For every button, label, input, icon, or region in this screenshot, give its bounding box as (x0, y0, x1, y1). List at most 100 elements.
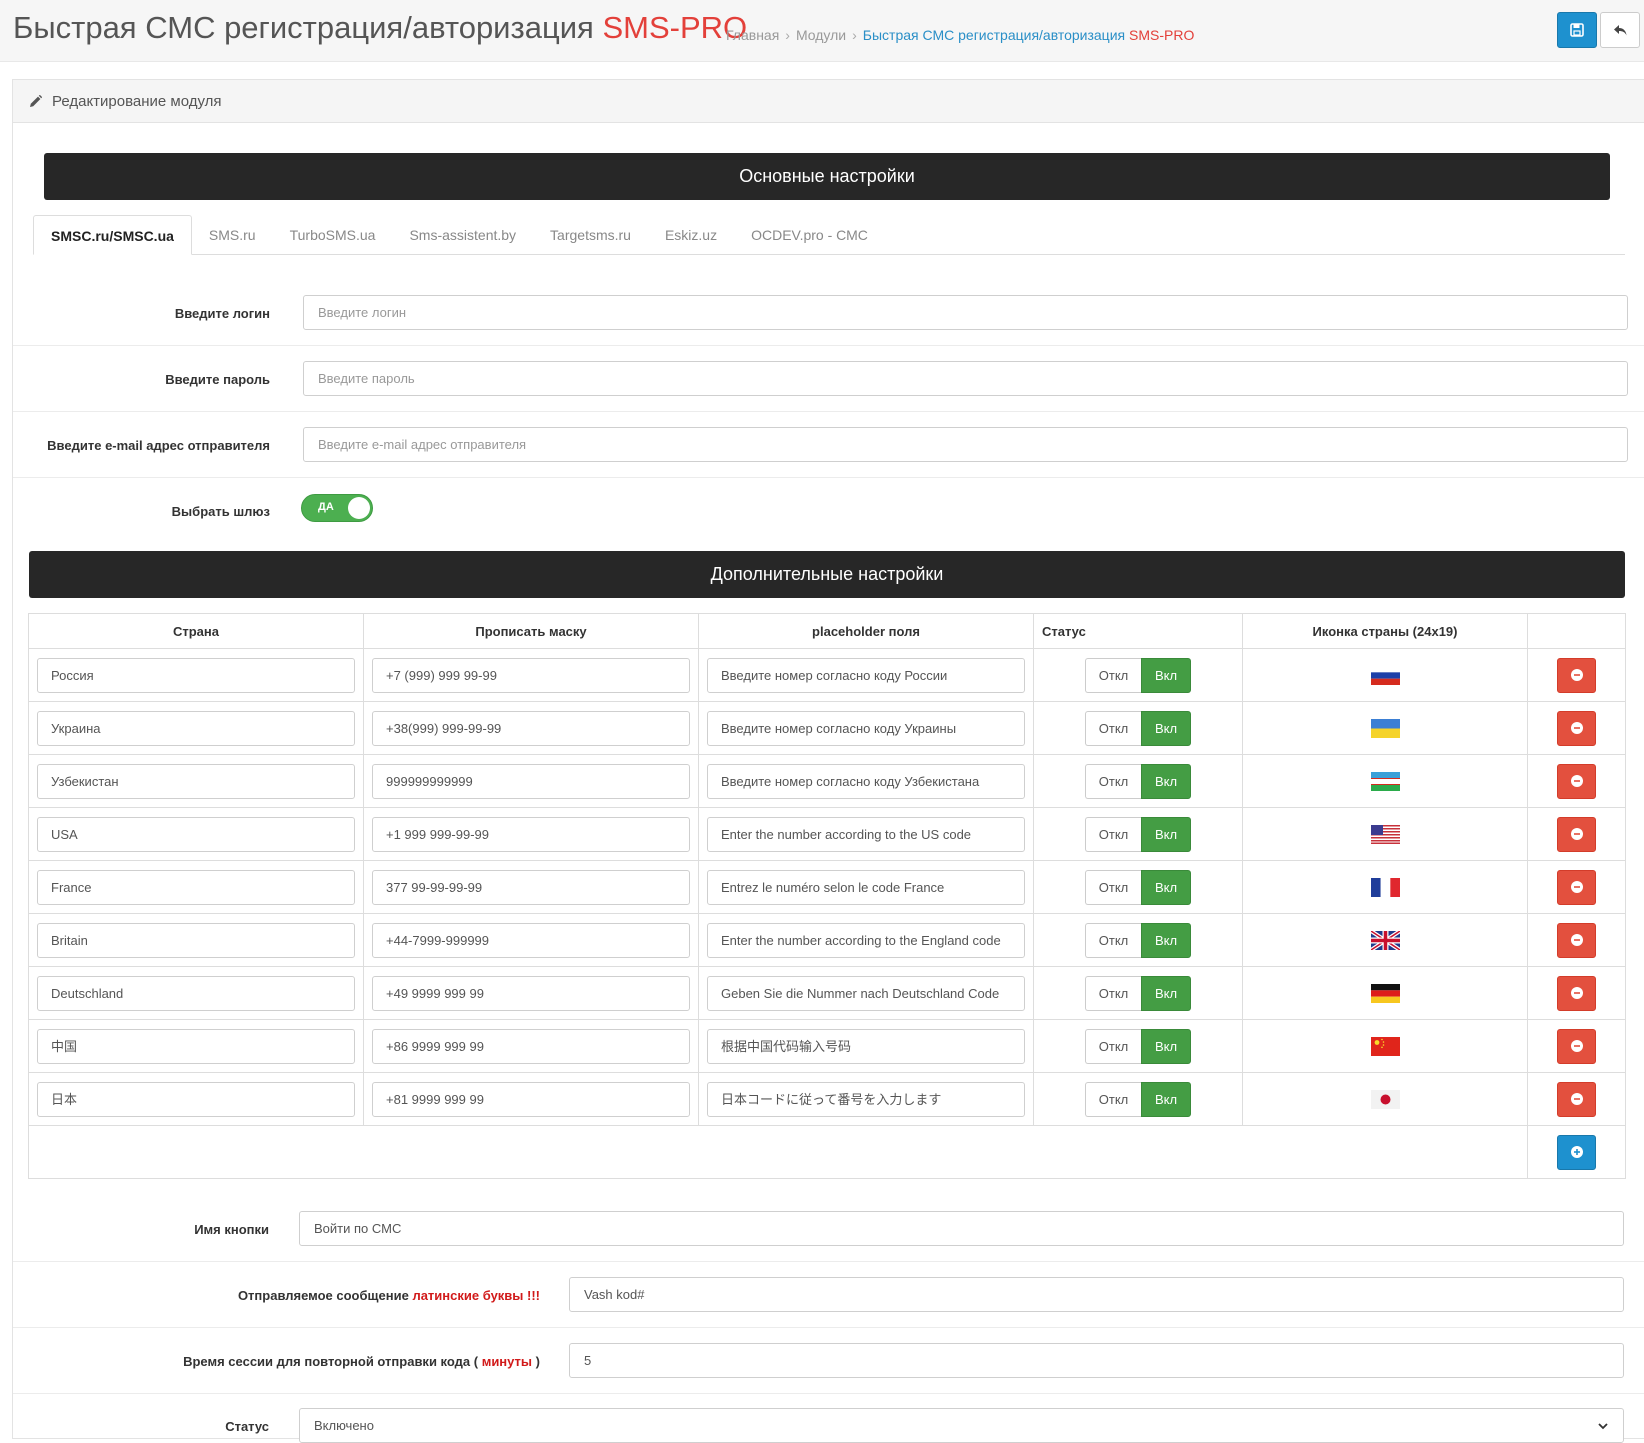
tab-sms-ru[interactable]: SMS.ru (192, 215, 273, 255)
country-input[interactable]: Deutschland (37, 975, 355, 1011)
status-off-button[interactable]: Откл (1085, 1081, 1141, 1117)
login-input[interactable] (303, 295, 1628, 330)
toggle-knob (348, 497, 370, 519)
status-select[interactable]: Включено (299, 1408, 1624, 1443)
status-on-button[interactable]: Вкл (1141, 1028, 1191, 1064)
tab-turbosms[interactable]: TurboSMS.ua (273, 215, 393, 255)
status-cell: Откл Вкл (1033, 966, 1243, 1020)
gateway-toggle-label: ДА (318, 501, 334, 513)
button-name-input[interactable] (299, 1211, 1624, 1246)
country-input[interactable]: France (37, 869, 355, 905)
tab-eskiz[interactable]: Eskiz.uz (648, 215, 734, 255)
minus-circle-icon (1570, 828, 1583, 840)
status-select-value: Включено (314, 1418, 374, 1433)
status-off-button[interactable]: Откл (1085, 816, 1141, 852)
placeholder-cell: Entrez le numéro selon le code France (698, 860, 1034, 914)
gateway-label: Выбрать шлюз (171, 504, 270, 519)
flag-cell (1242, 807, 1528, 861)
email-input[interactable] (303, 427, 1628, 462)
placeholder-input[interactable]: Введите номер согласно коду России (707, 657, 1025, 693)
tab-targetsms[interactable]: Targetsms.ru (533, 215, 648, 255)
remove-row-button[interactable] (1557, 869, 1596, 905)
country-input[interactable]: USA (37, 816, 355, 852)
mask-input[interactable]: 377 99-99-99-99 (372, 869, 690, 905)
flag-ua-icon (1370, 718, 1400, 738)
save-button[interactable] (1557, 12, 1597, 48)
placeholder-input[interactable]: Введите номер согласно коду Украины (707, 710, 1025, 746)
remove-row-button[interactable] (1557, 922, 1596, 958)
placeholder-input[interactable]: Geben Sie die Nummer nach Deutschland Co… (707, 975, 1025, 1011)
remove-row-button[interactable] (1557, 975, 1596, 1011)
gateway-tabs: SMSC.ru/SMSC.ua SMS.ru TurboSMS.ua Sms-a… (33, 215, 1625, 255)
status-on-button[interactable]: Вкл (1141, 1081, 1191, 1117)
password-input[interactable] (303, 361, 1628, 396)
country-input[interactable]: Узбекистан (37, 763, 355, 799)
status-off-button[interactable]: Откл (1085, 975, 1141, 1011)
status-on-button[interactable]: Вкл (1141, 869, 1191, 905)
table-row: Deutschland +49 9999 999 99 Geben Sie die … (28, 966, 1626, 1020)
mask-input[interactable]: +44-7999-999999 (372, 922, 690, 958)
mask-input[interactable]: +86 9999 999 99 (372, 1028, 690, 1064)
breadcrumb-current[interactable]: Быстрая СМС регистрация/авторизация SMS-… (863, 27, 1195, 43)
remove-row-button[interactable] (1557, 763, 1596, 799)
tab-ocdev[interactable]: OCDEV.pro - СМС (734, 215, 885, 255)
tab-sms-assistent[interactable]: Sms-assistent.by (392, 215, 533, 255)
header-country: Страна (28, 613, 364, 649)
status-toggle-group: Откл Вкл (1042, 763, 1234, 799)
header-actions (1527, 613, 1626, 649)
remove-row-button[interactable] (1557, 816, 1596, 852)
message-input[interactable] (569, 1277, 1624, 1312)
placeholder-input[interactable]: 日本コードに従って番号を入力します (707, 1081, 1025, 1117)
status-on-button[interactable]: Вкл (1141, 975, 1191, 1011)
placeholder-input[interactable]: Entrez le numéro selon le code France (707, 869, 1025, 905)
flag-ru-icon (1370, 665, 1400, 685)
remove-row-button[interactable] (1557, 1028, 1596, 1064)
remove-row-button[interactable] (1557, 1081, 1596, 1117)
status-off-button[interactable]: Откл (1085, 763, 1141, 799)
action-cell (1527, 966, 1626, 1020)
placeholder-input[interactable]: Введите номер согласно коду Узбекистана (707, 763, 1025, 799)
breadcrumb-modules[interactable]: Модули (796, 27, 846, 43)
status-on-button[interactable]: Вкл (1141, 710, 1191, 746)
status-on-button[interactable]: Вкл (1141, 816, 1191, 852)
minus-circle-icon (1570, 1040, 1583, 1052)
status-off-button[interactable]: Откл (1085, 922, 1141, 958)
status-on-button[interactable]: Вкл (1141, 763, 1191, 799)
back-button[interactable] (1600, 12, 1640, 48)
session-input[interactable] (569, 1343, 1624, 1378)
country-input[interactable]: Украина (37, 710, 355, 746)
gateway-toggle[interactable]: ДА (301, 494, 373, 522)
status-off-button[interactable]: Откл (1085, 657, 1141, 693)
remove-row-button[interactable] (1557, 657, 1596, 693)
status-off-button[interactable]: Откл (1085, 710, 1141, 746)
table-footer-row (28, 1125, 1626, 1179)
placeholder-input[interactable]: Enter the number according to the US cod… (707, 816, 1025, 852)
breadcrumb-home[interactable]: Главная (726, 27, 779, 43)
mask-input[interactable]: +7 (999) 999 99-99 (372, 657, 690, 693)
placeholder-input[interactable]: 根据中国代码输入号码 (707, 1028, 1025, 1064)
mask-input[interactable]: +81 9999 999 99 (372, 1081, 690, 1117)
status-toggle-group: Откл Вкл (1042, 657, 1234, 693)
country-input[interactable]: 中国 (37, 1028, 355, 1064)
remove-row-button[interactable] (1557, 710, 1596, 746)
country-input[interactable]: Россия (37, 657, 355, 693)
mask-input[interactable]: +38(999) 999-99-99 (372, 710, 690, 746)
table-row: Россия +7 (999) 999 99-99 Введите номер со… (28, 648, 1626, 702)
country-input[interactable]: Britain (37, 922, 355, 958)
mask-input[interactable]: 999999999999 (372, 763, 690, 799)
mask-input[interactable]: +49 9999 999 99 (372, 975, 690, 1011)
status-off-button[interactable]: Откл (1085, 869, 1141, 905)
plus-circle-icon (1570, 1146, 1583, 1158)
placeholder-input[interactable]: Enter the number according to the Englan… (707, 922, 1025, 958)
status-on-button[interactable]: Вкл (1141, 922, 1191, 958)
status-on-button[interactable]: Вкл (1141, 657, 1191, 693)
status-off-button[interactable]: Откл (1085, 1028, 1141, 1064)
table-row: Украина +38(999) 999-99-99 Введите номер с… (28, 701, 1626, 755)
flag-de-icon (1370, 983, 1400, 1003)
country-input[interactable]: 日本 (37, 1081, 355, 1117)
minus-circle-icon (1570, 722, 1583, 734)
add-row-button[interactable] (1557, 1134, 1596, 1170)
mask-input[interactable]: +1 999 999-99-99 (372, 816, 690, 852)
country-cell: 日本 (28, 1072, 364, 1126)
tab-smsc[interactable]: SMSC.ru/SMSC.ua (33, 215, 192, 255)
